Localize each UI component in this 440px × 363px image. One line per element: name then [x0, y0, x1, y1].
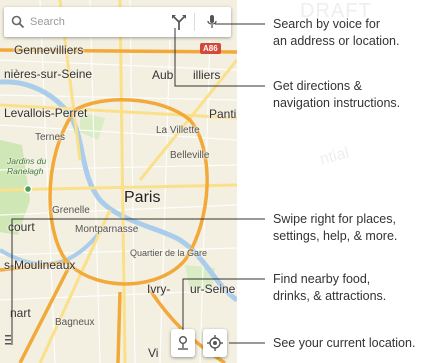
- explore-nearby-icon: [178, 336, 188, 350]
- callout-nearby: Find nearby food, drinks, & attractions.: [273, 271, 386, 305]
- callout-current-location: See your current location.: [273, 335, 415, 352]
- map-label-city: Paris: [124, 189, 161, 206]
- map-label: Quartier de la Gare: [130, 248, 208, 258]
- map-label: Belleville: [170, 150, 210, 161]
- callout-text: settings, help, & more.: [273, 229, 398, 243]
- map-label: illiers: [193, 68, 221, 82]
- map-label: Bagneux: [55, 317, 95, 328]
- map-label: Levallois-Perret: [4, 106, 88, 120]
- search-icon: [11, 15, 25, 29]
- my-location-button[interactable]: [203, 329, 227, 357]
- callout-text: navigation instructions.: [273, 96, 401, 110]
- map-label: nart: [10, 306, 31, 320]
- search-bar[interactable]: Search: [4, 7, 231, 37]
- callout-text: Get directions &: [273, 79, 362, 93]
- map-label: Jardins du: [7, 156, 47, 166]
- my-location-icon: [207, 335, 223, 351]
- callout-voice-search: Search by voice for an address or locati…: [273, 16, 399, 50]
- menu-icon[interactable]: [2, 330, 14, 350]
- map-view[interactable]: Gennevilliers nières-sur-Seine Aub illie…: [0, 0, 237, 363]
- callout-text: Swipe right for places,: [273, 212, 396, 226]
- map-label: Montparnasse: [75, 224, 139, 235]
- map-label: nières-sur-Seine: [4, 67, 93, 81]
- map-label: Vi: [148, 346, 159, 360]
- map-label: Aub: [152, 68, 174, 82]
- watermark: ntial: [318, 144, 351, 169]
- explore-nearby-button[interactable]: [171, 329, 195, 357]
- callout-text: See your current location.: [273, 336, 416, 350]
- map-label: Gennevilliers: [14, 43, 84, 57]
- callout-text: an address or location.: [273, 34, 400, 48]
- directions-icon[interactable]: [172, 14, 186, 30]
- search-divider: [194, 13, 195, 31]
- map-label: La Villette: [156, 125, 200, 136]
- map-label: s-Moulineaux: [4, 258, 76, 272]
- map-label: ur-Seine: [190, 282, 236, 296]
- callout-text: drinks, & attractions.: [273, 289, 387, 303]
- callout-swipe-menu: Swipe right for places, settings, help, …: [273, 211, 397, 245]
- map-label: Ivry-: [147, 282, 171, 296]
- park-marker: [23, 184, 33, 194]
- search-input[interactable]: Search: [30, 16, 65, 28]
- callout-text: Search by voice for: [273, 17, 380, 31]
- map-label: Ranelagh: [7, 166, 44, 176]
- map-label: Ternes: [35, 132, 66, 143]
- callout-text: Find nearby food,: [273, 272, 371, 286]
- map-label: court: [8, 220, 35, 234]
- map-label: Grenelle: [52, 205, 90, 216]
- callout-directions: Get directions & navigation instructions…: [273, 78, 400, 112]
- microphone-icon[interactable]: [205, 14, 219, 30]
- road-badge: A86: [200, 43, 221, 54]
- map-label: Panti: [209, 107, 237, 121]
